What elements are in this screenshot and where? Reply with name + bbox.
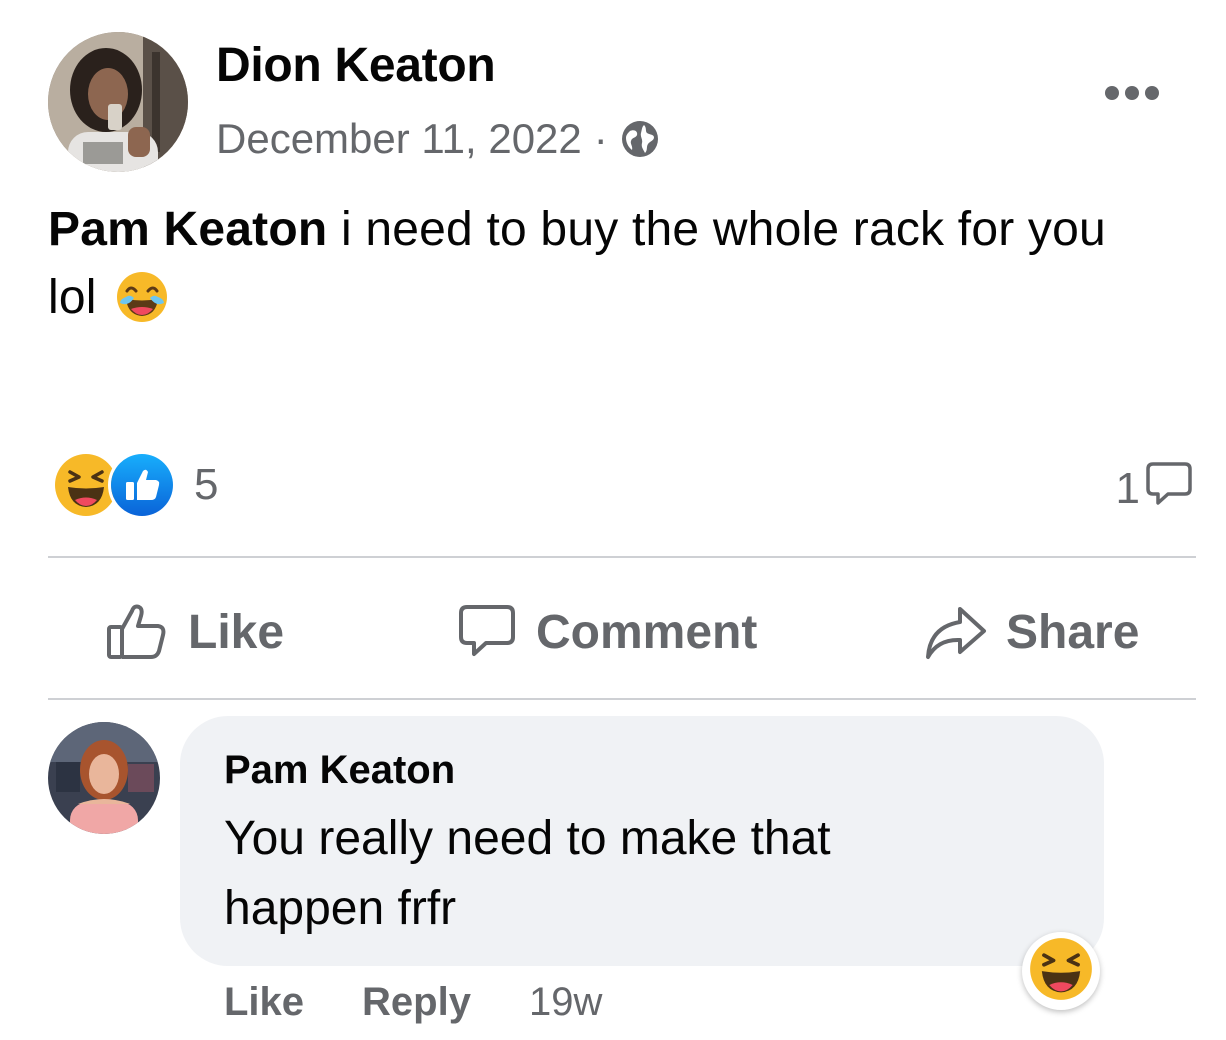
comment-icon — [456, 601, 518, 663]
reaction-count: 5 — [194, 460, 219, 509]
post-meta: December 11, 2022 · — [216, 112, 660, 166]
comment-label: Comment — [536, 605, 758, 659]
like-reaction-icon — [108, 451, 176, 519]
post-text: Pam Keaton i need to buy the whole rack … — [48, 196, 1168, 332]
comment-timestamp[interactable]: 19w — [529, 980, 602, 1025]
divider — [48, 556, 1196, 558]
haha-reaction-icon — [1028, 936, 1094, 1007]
share-button[interactable]: Share — [922, 596, 1139, 668]
commenter-name[interactable]: Pam Keaton — [224, 748, 455, 793]
comment-button[interactable]: Comment — [456, 596, 757, 668]
like-button[interactable]: Like — [104, 596, 284, 668]
author-name[interactable]: Dion Keaton — [216, 38, 496, 93]
comment-reply-button[interactable]: Reply — [362, 980, 471, 1025]
more-options-icon[interactable] — [1100, 78, 1164, 108]
author-avatar[interactable] — [48, 32, 188, 172]
commenter-avatar[interactable] — [48, 722, 160, 834]
facebook-post: Dion Keaton December 11, 2022 · Pam Keat… — [0, 0, 1226, 1040]
meta-separator: · — [593, 115, 608, 162]
comment-reaction-badge[interactable] — [1022, 932, 1100, 1010]
comment-count[interactable]: 1 — [1116, 458, 1194, 519]
comment-bubble-icon — [1144, 458, 1194, 519]
share-label: Share — [1006, 605, 1140, 659]
globe-icon[interactable] — [620, 119, 660, 159]
comment-actions: Like Reply 19w — [224, 976, 602, 1028]
comment-like-button[interactable]: Like — [224, 980, 304, 1025]
comment-count-number: 1 — [1115, 463, 1140, 513]
divider — [48, 698, 1196, 700]
post-date[interactable]: December 11, 2022 — [216, 115, 582, 163]
thumbs-up-icon — [104, 599, 170, 665]
laughing-crying-emoji-icon — [114, 269, 170, 325]
like-label: Like — [188, 605, 285, 659]
reaction-summary[interactable]: 5 — [52, 451, 219, 519]
share-icon — [922, 599, 988, 665]
comment-text: You really need to make that happen frfr — [224, 812, 831, 935]
mention-link[interactable]: Pam Keaton — [48, 203, 327, 256]
